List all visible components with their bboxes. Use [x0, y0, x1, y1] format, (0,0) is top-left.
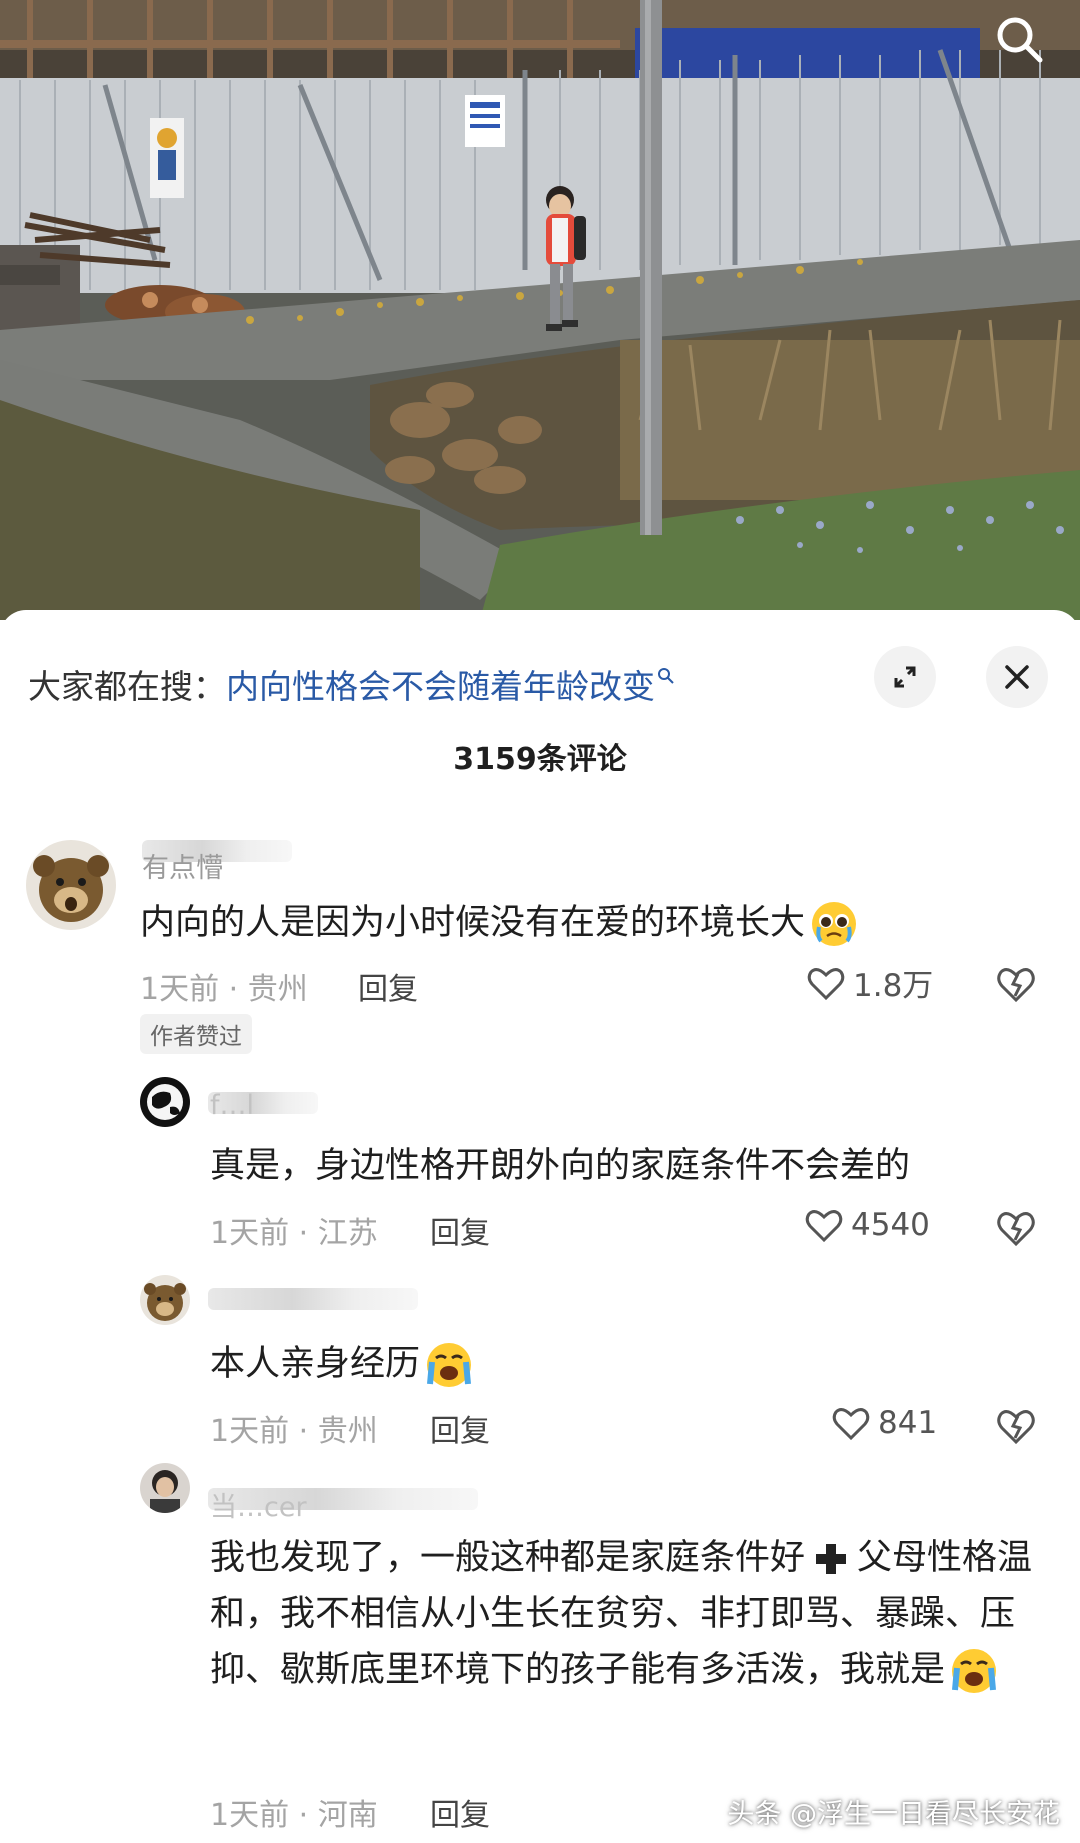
bear-avatar-icon: [140, 1275, 190, 1325]
avatar[interactable]: [140, 1463, 190, 1513]
avatar[interactable]: [140, 1275, 190, 1325]
search-icon: [658, 668, 674, 684]
avatar[interactable]: [140, 1077, 190, 1127]
author-liked-badge: 作者赞过: [140, 1014, 252, 1054]
reply-button[interactable]: 回复: [430, 1406, 490, 1450]
comment-text-body: 内向的人是因为小时候没有在爱的环境长大: [140, 903, 806, 943]
comment-text: 本人亲身经历: [210, 1336, 474, 1392]
username-blur: [208, 1288, 418, 1310]
comment-username[interactable]: 有点懵: [142, 846, 223, 885]
expand-button[interactable]: [874, 646, 936, 708]
dislike-heart-icon[interactable]: [994, 962, 1038, 1006]
comment-username[interactable]: 当…cer: [210, 1485, 307, 1524]
comment-text-body: 本人亲身经历: [210, 1344, 421, 1384]
globe-avatar-icon: [140, 1077, 190, 1127]
like-count: 841: [878, 1405, 938, 1441]
close-button[interactable]: [986, 646, 1048, 708]
like-count: 4540: [851, 1207, 930, 1243]
comment-text-part-1: 我也发现了，一般这种都是家庭条件好: [210, 1538, 806, 1578]
like-button[interactable]: 4540: [803, 1204, 930, 1246]
comment-meta: 1天前 · 江苏: [210, 1216, 378, 1251]
hot-search-query[interactable]: 内向性格会不会随着年龄改变: [226, 660, 655, 708]
like-button[interactable]: 841: [830, 1402, 937, 1444]
search-icon: [997, 17, 1043, 63]
comment-text: 真是，身边性格开朗外向的家庭条件不会差的: [210, 1146, 911, 1186]
comment-count: 3159条评论: [453, 742, 627, 777]
video-frame[interactable]: [0, 0, 1080, 620]
comment-meta: 1天前 · 贵州: [210, 1414, 378, 1449]
hot-search-prefix: 大家都在搜：: [28, 667, 226, 706]
comment-text: 内向的人是因为小时候没有在爱的环境长大: [140, 895, 859, 951]
dislike-heart-icon[interactable]: [994, 1404, 1038, 1448]
heart-icon: [832, 1408, 870, 1441]
bear-avatar-icon: [26, 840, 116, 930]
comment-meta: 1天前 · 贵州: [140, 972, 308, 1007]
like-button[interactable]: 1.8万: [805, 960, 933, 1005]
watermark: 头条 @浮生一日看尽长安花: [727, 1799, 1060, 1830]
plus-emoji-icon: [816, 1544, 847, 1574]
loudly-crying-face-emoji-icon: [427, 1343, 472, 1387]
like-count: 1.8万: [853, 968, 934, 1004]
comment-text: 我也发现了，一般这种都是家庭条件好 父母性格温和，我不相信从小生长在贫穷、非打即…: [210, 1530, 1050, 1698]
avatar[interactable]: [26, 840, 116, 930]
reply-button[interactable]: 回复: [430, 1790, 490, 1834]
video-search-button[interactable]: [988, 8, 1050, 70]
pleading-face-emoji-icon: [812, 902, 857, 946]
dislike-heart-icon[interactable]: [994, 1206, 1038, 1250]
comment-username[interactable]: f…l: [210, 1090, 254, 1121]
expand-icon: [894, 666, 916, 688]
reply-button[interactable]: 回复: [358, 964, 418, 1008]
person-avatar-icon: [140, 1463, 190, 1513]
comment-sheet: 大家都在搜： 内向性格会不会随着年龄改变 3159条评论 有点懵 内向的人是因为…: [0, 610, 1080, 1843]
close-icon: [1005, 665, 1029, 689]
video-scene: [0, 0, 1080, 620]
comment-meta: 1天前 · 河南: [210, 1798, 378, 1833]
heart-icon: [805, 1210, 843, 1243]
reply-button[interactable]: 回复: [430, 1208, 490, 1252]
loudly-crying-face-emoji-icon: [952, 1649, 997, 1693]
heart-icon: [807, 967, 845, 1000]
hot-search-bar[interactable]: 大家都在搜： 内向性格会不会随着年龄改变: [28, 654, 675, 714]
screen: 大家都在搜： 内向性格会不会随着年龄改变 3159条评论 有点懵 内向的人是因为…: [0, 0, 1080, 1843]
